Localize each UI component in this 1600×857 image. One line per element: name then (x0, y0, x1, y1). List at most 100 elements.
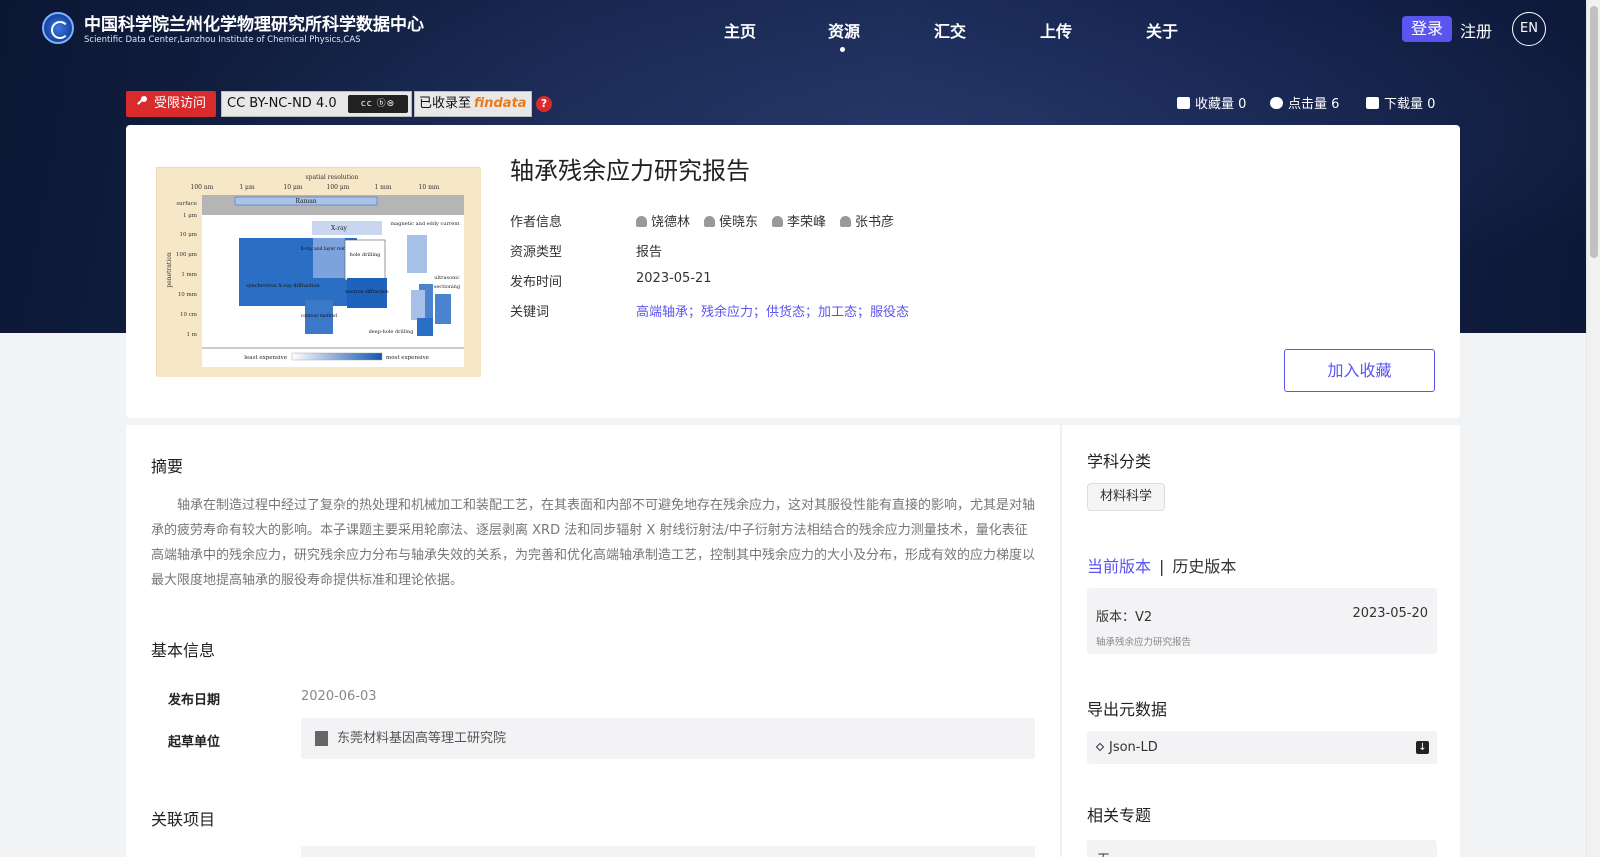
keywords-links[interactable]: 高端轴承；残余应力；供货态；加工态；服役态 (636, 301, 909, 320)
language-switch-button[interactable]: EN (1512, 12, 1546, 46)
version-description: 轴承残余应力研究报告 (1096, 637, 1192, 648)
author-link[interactable]: 侯晓东 (704, 211, 758, 230)
resource-summary-card: spatial resolution 100 nm 1 μm 10 μm 100… (126, 125, 1460, 418)
person-icon (840, 216, 852, 227)
draft-unit-field: 东莞材料基因高等理工研究院 (301, 718, 1035, 759)
thumb-left-tick: 10 μm (179, 232, 197, 238)
thumb-top-axis-label: spatial resolution (306, 174, 359, 181)
release-date-value: 2020-06-03 (301, 689, 377, 704)
author-name: 饶德林 (651, 215, 691, 230)
license-badge[interactable]: CC BY-NC-ND 4.0 cc ⓑ⊜ (221, 91, 412, 117)
cas-logo-icon[interactable] (42, 12, 74, 44)
thumb-region: neutron diffraction (345, 289, 388, 295)
author-link[interactable]: 张书彦 (840, 211, 894, 230)
nav-home[interactable]: 主页 (724, 18, 756, 42)
version-tabs: 当前版本 | 历史版本 (1087, 553, 1236, 577)
published-value: 2023-05-21 (636, 271, 712, 286)
nav-resources[interactable]: 资源 (828, 18, 860, 42)
thumb-top-tick: 10 μm (283, 184, 302, 191)
thumb-top-tick: 100 μm (327, 184, 350, 191)
thumb-region: Raman (295, 198, 316, 205)
findata-logo: findata (474, 96, 527, 111)
thumb-top-tick: 1 μm (239, 184, 255, 191)
thumb-left-tick: 100 μm (176, 252, 198, 258)
related-projects-box (301, 846, 1035, 857)
org-subtitle: Scientific Data Center,Lanzhou Institute… (84, 35, 361, 45)
restricted-access-badge[interactable]: 受限访问 (126, 91, 216, 117)
draft-unit-value: 东莞材料基因高等理工研究院 (337, 731, 507, 746)
creative-commons-icon: cc ⓑ⊜ (348, 95, 408, 113)
release-date-label: 发布日期 (168, 693, 221, 708)
help-icon[interactable]: ? (536, 96, 552, 112)
thumb-left-tick: 10 cm (180, 312, 198, 318)
thumb-region: magnetic and eddy current (391, 221, 460, 227)
indexed-label: 已收录至 (419, 96, 472, 111)
author-name: 李荣峰 (787, 215, 827, 230)
nav-submit[interactable]: 汇交 (934, 18, 966, 42)
export-format-row[interactable]: Json-LD ↓ (1087, 731, 1437, 764)
restricted-access-label: 受限访问 (154, 96, 207, 111)
subject-title: 学科分类 (1087, 452, 1152, 471)
diamond-icon (1095, 742, 1105, 752)
authors-label: 作者信息 (510, 215, 563, 230)
abstract-title: 摘要 (151, 457, 184, 476)
eye-icon (1270, 97, 1283, 109)
active-nav-indicator (840, 47, 845, 52)
thumb-legend-high: most expensive (386, 355, 429, 361)
org-title[interactable]: 中国科学院兰州化学物理研究所科学数据中心 (84, 10, 424, 35)
scrollbar-thumb[interactable] (1590, 6, 1598, 258)
thumb-region: contour method (301, 313, 337, 319)
favorites-count-text: 收藏量 0 (1195, 97, 1247, 112)
thumb-left-tick: 1 μm (183, 213, 198, 219)
thumb-top-tick: 10 mm (419, 184, 440, 191)
thumb-region: synchrotron X-ray diffraction (246, 283, 320, 289)
download-count-text: 下载量 0 (1384, 97, 1436, 112)
building-icon (315, 731, 328, 746)
resource-type-label: 资源类型 (510, 245, 563, 260)
export-metadata-title: 导出元数据 (1087, 700, 1168, 719)
main-content-panel: 摘要 轴承在制造过程中经过了复杂的热处理和机械加工和装配工艺，在其表面和内部不可… (126, 425, 1060, 857)
thumb-legend-low: least expensive (244, 355, 287, 361)
basic-info-title: 基本信息 (151, 641, 216, 660)
thumb-left-tick: 1 mm (181, 272, 197, 278)
nav-about[interactable]: 关于 (1146, 18, 1178, 42)
related-topics-title: 相关专题 (1087, 806, 1152, 825)
sidebar-panel: 学科分类 材料科学 当前版本 | 历史版本 版本：V2 2023-05-20 轴承残… (1061, 425, 1460, 857)
related-topics-box: 无 (1087, 840, 1437, 857)
person-icon (772, 216, 784, 227)
thumb-left-axis-label: penetration (166, 252, 173, 288)
click-count: 点击量 6 (1270, 93, 1339, 112)
authors-list: 饶德林 侯晓东 李荣峰 张书彦 (636, 211, 908, 230)
favorites-icon (1177, 97, 1190, 109)
download-icon[interactable]: ↓ (1416, 741, 1429, 754)
resource-title: 轴承残余应力研究报告 (510, 157, 750, 185)
download-icon (1366, 97, 1379, 109)
key-icon (136, 91, 148, 117)
author-name: 张书彦 (855, 215, 895, 230)
nav-upload[interactable]: 上传 (1040, 18, 1072, 42)
page-scrollbar[interactable] (1586, 0, 1600, 857)
tab-separator: | (1159, 557, 1165, 576)
download-count: 下载量 0 (1366, 93, 1435, 112)
findata-badge[interactable]: 已收录至 findata (414, 91, 532, 117)
author-link[interactable]: 饶德林 (636, 211, 690, 230)
related-topics-value: 无 (1097, 853, 1110, 857)
subject-tag[interactable]: 材料科学 (1087, 483, 1166, 511)
version-label: 版本：V2 (1096, 610, 1153, 625)
tab-history-version[interactable]: 历史版本 (1172, 557, 1236, 576)
top-navigation-bar: 中国科学院兰州化学物理研究所科学数据中心 Scientific Data Cen… (0, 0, 1586, 60)
tab-current-version[interactable]: 当前版本 (1087, 557, 1151, 576)
register-button[interactable]: 注册 (1460, 18, 1492, 42)
resource-thumbnail[interactable]: spatial resolution 100 nm 1 μm 10 μm 100… (156, 167, 481, 377)
click-count-text: 点击量 6 (1288, 97, 1340, 112)
login-button[interactable]: 登录 (1402, 16, 1452, 42)
thumb-region: X-ray (331, 225, 348, 232)
author-link[interactable]: 李荣峰 (772, 211, 826, 230)
person-icon (704, 216, 716, 227)
thumb-top-tick: 100 nm (191, 184, 214, 191)
person-icon (636, 216, 647, 227)
author-name: 侯晓东 (719, 215, 759, 230)
version-card[interactable]: 版本：V2 2023-05-20 轴承残余应力研究报告 (1087, 588, 1437, 654)
thumb-top-tick: 1 mm (374, 184, 391, 191)
add-to-favorites-button[interactable]: 加入收藏 (1284, 349, 1435, 392)
